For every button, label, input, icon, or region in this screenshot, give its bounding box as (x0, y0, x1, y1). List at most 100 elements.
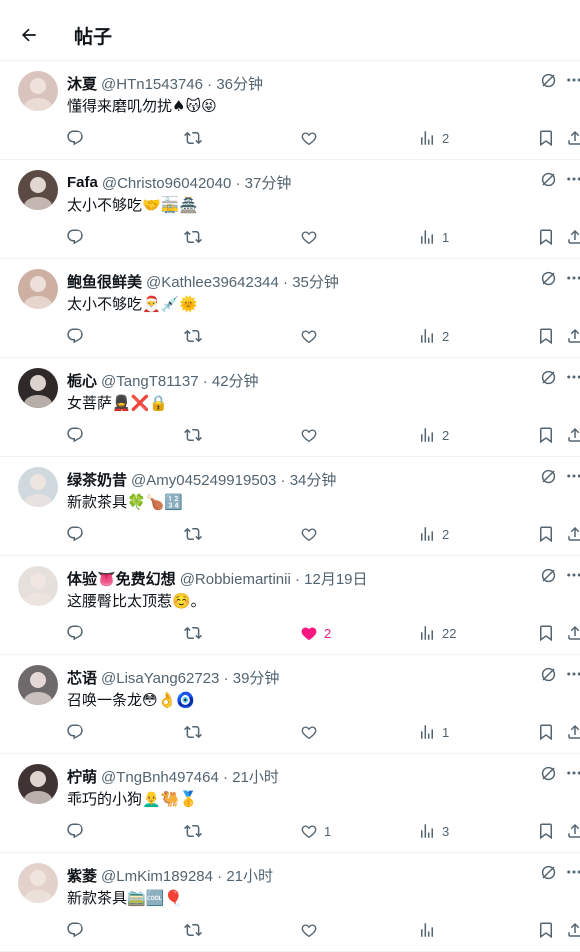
post[interactable]: 绿茶奶昔 @Amy045249919503 · 34分钟 新款茶具🍀🍗🔢 2 (0, 457, 580, 556)
post-time[interactable]: 21小时 (232, 769, 279, 786)
avatar[interactable] (18, 764, 58, 804)
repost-button[interactable] (184, 919, 202, 941)
reply-button[interactable] (66, 721, 84, 743)
author-name[interactable]: 鲍鱼很鲜美 (67, 271, 142, 292)
post[interactable]: 鲍鱼很鲜美 @Kathlee39642344 · 35分钟 太小不够吃🎅💉🌞 2 (0, 259, 580, 358)
author-name[interactable]: 芯语 (67, 667, 97, 688)
reply-button[interactable] (66, 523, 84, 545)
share-button[interactable] (566, 721, 580, 743)
repost-button[interactable] (184, 127, 202, 149)
more-button[interactable] (565, 467, 580, 487)
more-button[interactable] (565, 269, 580, 289)
avatar[interactable] (18, 566, 58, 606)
grok-button[interactable] (539, 665, 559, 685)
reply-button[interactable] (66, 622, 84, 644)
author-name[interactable]: 体验👅免费幻想 (67, 568, 176, 589)
avatar[interactable] (18, 467, 58, 507)
repost-button[interactable] (184, 622, 202, 644)
avatar[interactable] (18, 71, 58, 111)
repost-button[interactable] (184, 721, 202, 743)
views-button[interactable]: 1 (418, 721, 449, 743)
share-button[interactable] (566, 127, 580, 149)
views-button[interactable]: 22 (418, 622, 456, 644)
post-time[interactable]: 12月19日 (304, 571, 367, 588)
like-button[interactable] (300, 424, 324, 446)
grok-button[interactable] (539, 71, 559, 91)
grok-button[interactable] (539, 368, 559, 388)
views-button[interactable]: 1 (418, 226, 449, 248)
bookmark-button[interactable] (537, 820, 555, 842)
author-handle[interactable]: @HTn1543746 (101, 76, 203, 93)
author-name[interactable]: 绿茶奶昔 (67, 469, 127, 490)
more-button[interactable] (565, 764, 580, 784)
avatar[interactable] (18, 368, 58, 408)
reply-button[interactable] (66, 820, 84, 842)
back-button[interactable] (18, 24, 40, 46)
post-time[interactable]: 37分钟 (245, 175, 292, 192)
avatar[interactable] (18, 863, 58, 903)
post-time[interactable]: 35分钟 (292, 274, 339, 291)
post[interactable]: 芯语 @LisaYang62723 · 39分钟 召唤一条龙😳👌🧿 1 (0, 655, 580, 754)
post[interactable]: 沐夏 @HTn1543746 · 36分钟 懂得来磨叽勿扰♠😽😝 2 (0, 61, 580, 160)
bookmark-button[interactable] (537, 226, 555, 248)
repost-button[interactable] (184, 523, 202, 545)
views-button[interactable]: 2 (418, 424, 449, 446)
author-handle[interactable]: @TangT81137 (101, 373, 199, 390)
author-handle[interactable]: @LmKim189284 (101, 868, 213, 885)
more-button[interactable] (565, 170, 580, 190)
more-button[interactable] (565, 863, 580, 883)
bookmark-button[interactable] (537, 919, 555, 941)
share-button[interactable] (566, 523, 580, 545)
author-handle[interactable]: @Robbiemartinii (180, 571, 291, 588)
bookmark-button[interactable] (537, 721, 555, 743)
grok-button[interactable] (539, 566, 559, 586)
author-name[interactable]: Fafa (67, 174, 98, 191)
reply-button[interactable] (66, 226, 84, 248)
views-button[interactable]: 2 (418, 325, 449, 347)
author-name[interactable]: 沐夏 (67, 73, 97, 94)
bookmark-button[interactable] (537, 424, 555, 446)
author-handle[interactable]: @TngBnh497464 (101, 769, 219, 786)
grok-button[interactable] (539, 863, 559, 883)
share-button[interactable] (566, 622, 580, 644)
post[interactable]: 栀心 @TangT81137 · 42分钟 女菩萨💂‍♀️❌🔒 (0, 358, 580, 457)
repost-button[interactable] (184, 226, 202, 248)
repost-button[interactable] (184, 820, 202, 842)
grok-button[interactable] (539, 170, 559, 190)
views-button[interactable] (418, 919, 442, 941)
views-button[interactable]: 2 (418, 523, 449, 545)
author-handle[interactable]: @LisaYang62723 (101, 670, 219, 687)
bookmark-button[interactable] (537, 127, 555, 149)
like-button[interactable]: 1 (300, 820, 331, 842)
author-name[interactable]: 柠萌 (67, 766, 97, 787)
avatar[interactable] (18, 170, 58, 210)
more-button[interactable] (565, 71, 580, 91)
repost-button[interactable] (184, 325, 202, 347)
like-button[interactable] (300, 919, 324, 941)
more-button[interactable] (565, 368, 580, 388)
bookmark-button[interactable] (537, 523, 555, 545)
like-button[interactable] (300, 127, 324, 149)
bookmark-button[interactable] (537, 325, 555, 347)
post[interactable]: Fafa @Christo96042040 · 37分钟 太小不够吃🤝🚋🏯 1 (0, 160, 580, 259)
reply-button[interactable] (66, 127, 84, 149)
avatar[interactable] (18, 665, 58, 705)
more-button[interactable] (565, 566, 580, 586)
author-name[interactable]: 紫菱 (67, 865, 97, 886)
like-button[interactable]: 2 (300, 622, 331, 644)
more-button[interactable] (565, 665, 580, 685)
bookmark-button[interactable] (537, 622, 555, 644)
like-button[interactable] (300, 523, 324, 545)
reply-button[interactable] (66, 424, 84, 446)
share-button[interactable] (566, 226, 580, 248)
post-time[interactable]: 39分钟 (233, 670, 280, 687)
post[interactable]: 柠萌 @TngBnh497464 · 21小时 乖巧的小狗👨‍🦲🐫🥇 (0, 754, 580, 853)
post-time[interactable]: 36分钟 (216, 76, 263, 93)
reply-button[interactable] (66, 325, 84, 347)
grok-button[interactable] (539, 764, 559, 784)
author-handle[interactable]: @Kathlee39642344 (146, 274, 279, 291)
share-button[interactable] (566, 325, 580, 347)
post[interactable]: 紫菱 @LmKim189284 · 21小时 新款茶具🚞🆒🎈 (0, 853, 580, 952)
post-time[interactable]: 21小时 (226, 868, 273, 885)
avatar[interactable] (18, 269, 58, 309)
